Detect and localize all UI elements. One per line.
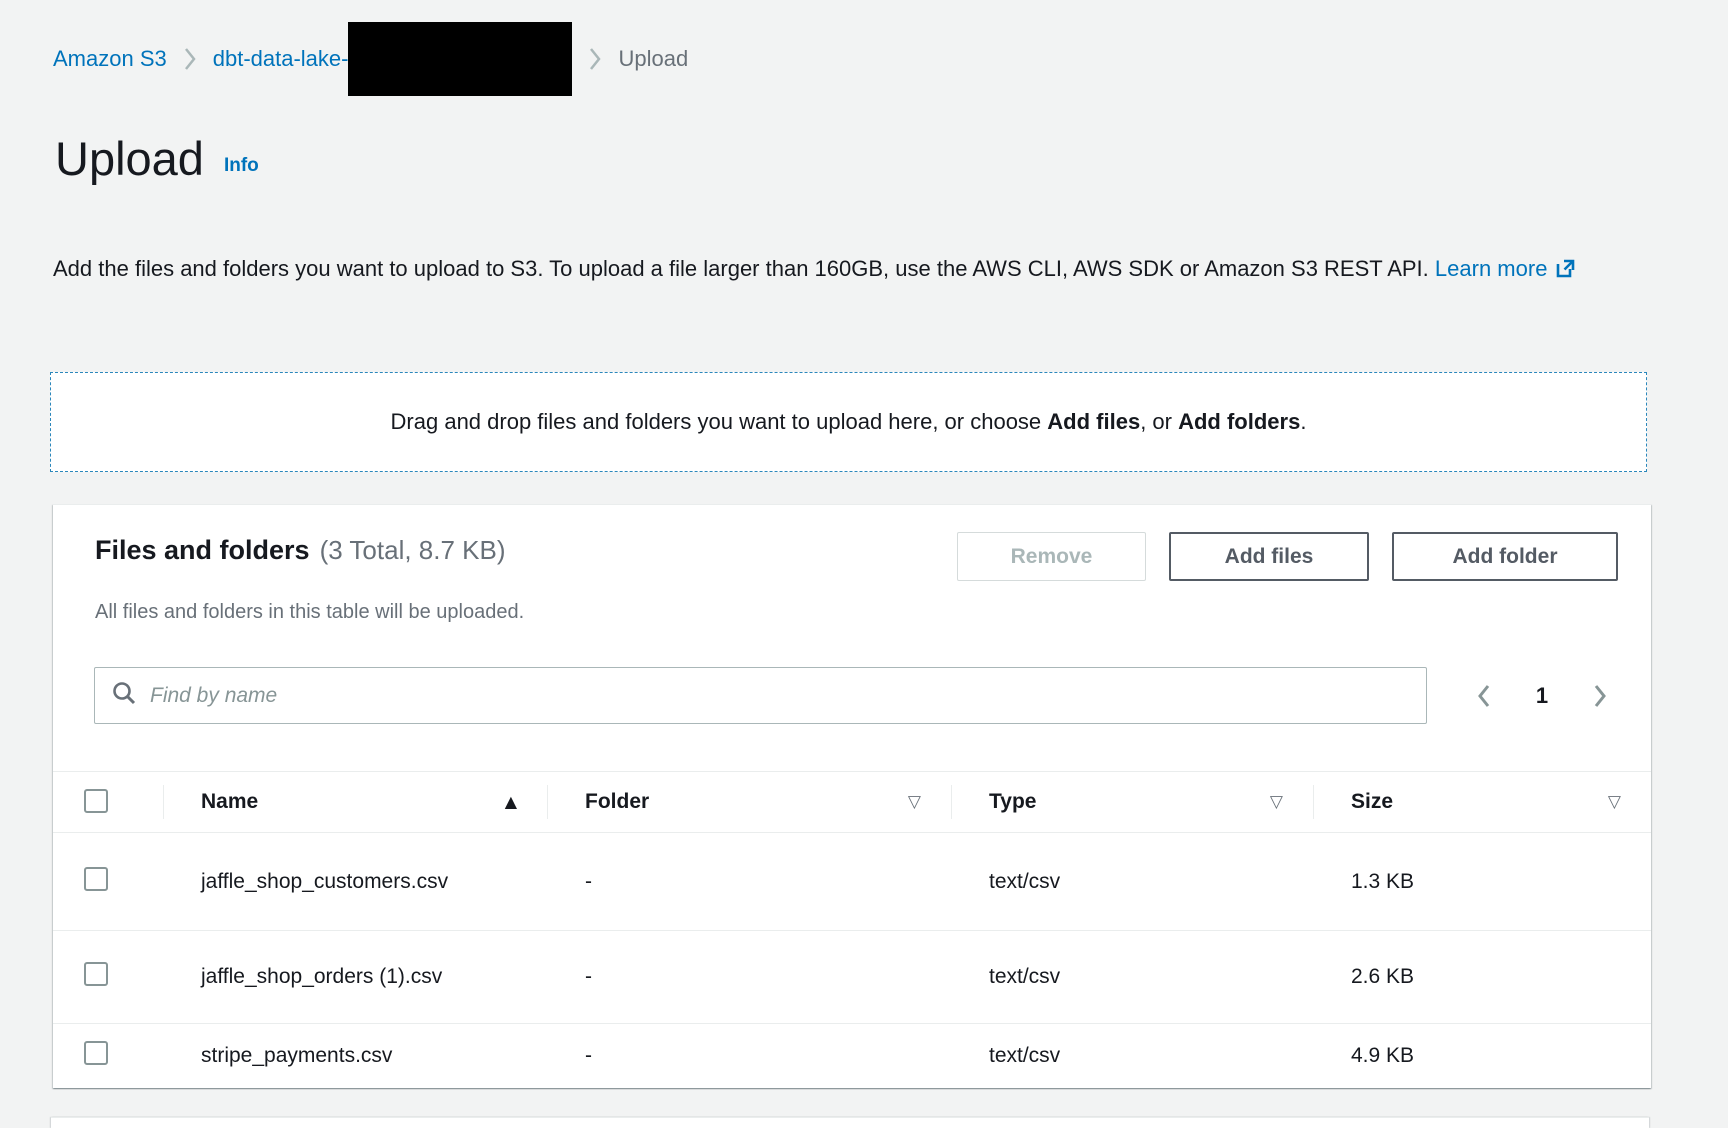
table-row: jaffle_shop_orders (1).csv - text/csv 2.… <box>53 931 1651 1024</box>
row-checkbox[interactable] <box>84 1041 108 1065</box>
add-folder-button[interactable]: Add folder <box>1392 532 1618 581</box>
column-header-name[interactable]: Name▲ <box>163 772 547 833</box>
column-header-type[interactable]: Type▽ <box>951 772 1313 833</box>
remove-button[interactable]: Remove <box>957 532 1146 581</box>
select-all-header <box>53 772 163 833</box>
cell-folder: - <box>547 1024 951 1089</box>
sort-ascending-icon: ▲ <box>505 792 517 811</box>
cell-size: 4.9 KB <box>1313 1024 1651 1089</box>
breadcrumb: Amazon S3 dbt-data-lake- Upload <box>53 22 688 96</box>
next-page-button[interactable] <box>1575 671 1625 721</box>
sort-icon: ▽ <box>908 792 921 812</box>
row-checkbox[interactable] <box>84 962 108 986</box>
cell-size: 2.6 KB <box>1313 931 1651 1024</box>
next-section-card <box>51 1117 1649 1128</box>
breadcrumb-amazon-s3-link[interactable]: Amazon S3 <box>53 46 167 72</box>
page-number[interactable]: 1 <box>1517 671 1567 721</box>
cell-folder: - <box>547 931 951 1024</box>
cell-folder: - <box>547 833 951 931</box>
cell-name: stripe_payments.csv <box>163 1024 547 1089</box>
page-title: Upload <box>55 131 204 187</box>
redacted-bucket-name <box>348 22 572 96</box>
row-checkbox[interactable] <box>84 867 108 891</box>
cell-type: text/csv <box>951 833 1313 931</box>
table-row: stripe_payments.csv - text/csv 4.9 KB <box>53 1024 1651 1089</box>
column-header-folder[interactable]: Folder▽ <box>547 772 951 833</box>
drag-and-drop-zone[interactable]: Drag and drop files and folders you want… <box>50 372 1647 472</box>
add-files-button[interactable]: Add files <box>1169 532 1369 581</box>
row-checkbox-cell <box>53 931 163 1024</box>
learn-more-link[interactable]: Learn more <box>1435 256 1577 281</box>
cell-name: jaffle_shop_customers.csv <box>163 833 547 931</box>
pagination: 1 <box>1455 667 1629 724</box>
external-link-icon <box>1555 251 1576 292</box>
panel-actions: Remove Add files Add folder <box>957 532 1618 581</box>
panel-subtitle: All files and folders in this table will… <box>95 601 524 624</box>
table-header-row: Name▲ Folder▽ Type▽ Size▽ <box>53 772 1651 833</box>
previous-page-button[interactable] <box>1459 671 1509 721</box>
sort-icon: ▽ <box>1270 792 1283 812</box>
page-description: Add the files and folders you want to up… <box>53 248 1648 292</box>
breadcrumb-current: Upload <box>618 46 688 72</box>
chevron-right-icon <box>588 46 602 72</box>
page-heading: Upload Info <box>55 131 259 187</box>
column-header-size[interactable]: Size▽ <box>1313 772 1651 833</box>
description-text: Add the files and folders you want to up… <box>53 256 1429 281</box>
info-link[interactable]: Info <box>224 155 259 177</box>
cell-size: 1.3 KB <box>1313 833 1651 931</box>
panel-item-count: (3 Total, 8.7 KB) <box>320 535 506 565</box>
cell-type: text/csv <box>951 931 1313 1024</box>
sort-icon: ▽ <box>1608 792 1621 812</box>
cell-name: jaffle_shop_orders (1).csv <box>163 931 547 1024</box>
row-checkbox-cell <box>53 1024 163 1089</box>
search-box <box>94 667 1427 724</box>
table-row: jaffle_shop_customers.csv - text/csv 1.3… <box>53 833 1651 931</box>
files-and-folders-panel: Files and folders(3 Total, 8.7 KB) All f… <box>53 504 1651 1088</box>
chevron-right-icon <box>183 46 197 72</box>
dropzone-text: Drag and drop files and folders you want… <box>391 409 1307 435</box>
panel-title: Files and folders(3 Total, 8.7 KB) <box>95 535 506 566</box>
search-input[interactable] <box>150 684 1426 708</box>
select-all-checkbox[interactable] <box>84 789 108 813</box>
breadcrumb-bucket-link[interactable]: dbt-data-lake- <box>213 46 349 72</box>
cell-type: text/csv <box>951 1024 1313 1089</box>
files-table: Name▲ Folder▽ Type▽ Size▽ jaffle_shop_cu… <box>53 771 1651 1088</box>
learn-more-label: Learn more <box>1435 256 1548 281</box>
row-checkbox-cell <box>53 833 163 931</box>
search-icon <box>111 680 138 712</box>
